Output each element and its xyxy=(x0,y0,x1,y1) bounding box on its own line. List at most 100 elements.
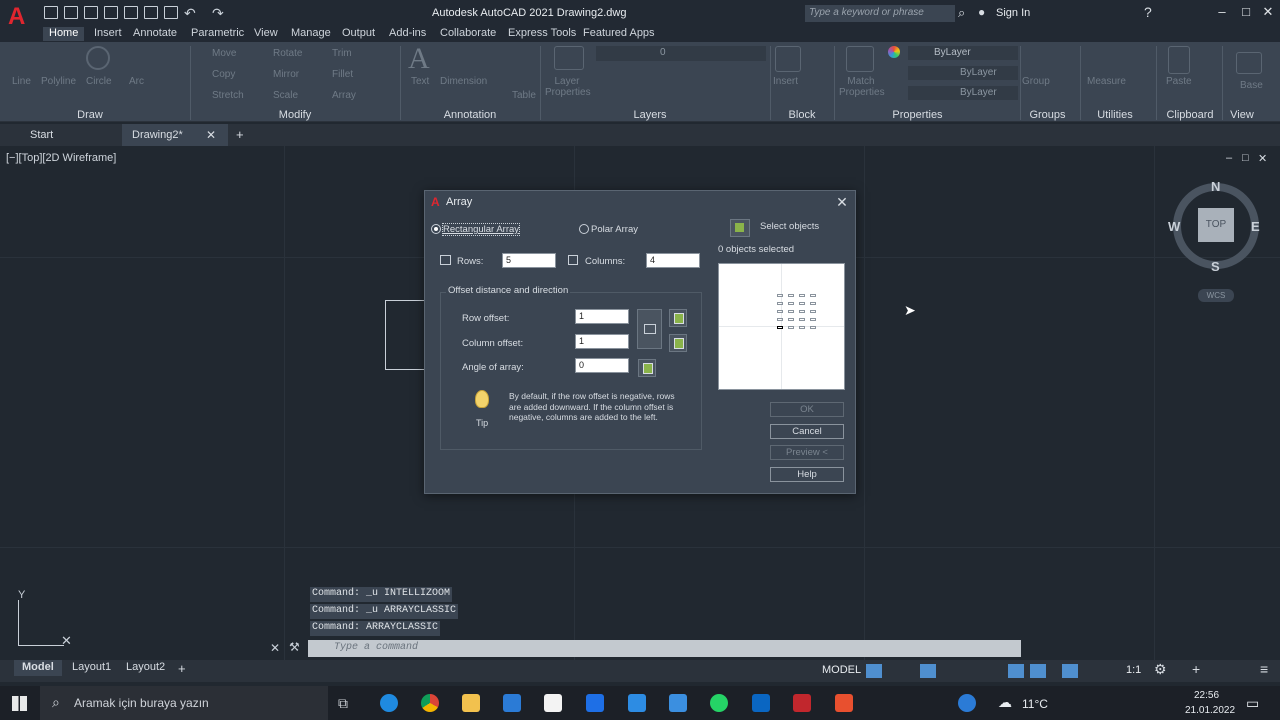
annotation-scale[interactable]: 1:1 xyxy=(1126,664,1141,676)
selection-cycling-icon[interactable] xyxy=(1030,664,1046,678)
stretch-tool[interactable]: Stretch xyxy=(212,90,244,101)
tab-home[interactable]: Home xyxy=(43,27,85,41)
move-tool[interactable]: Move xyxy=(212,48,236,59)
save-icon[interactable] xyxy=(84,6,98,19)
color-dropdown[interactable]: ByLayer xyxy=(908,46,1018,60)
layer-dropdown[interactable]: 0 xyxy=(596,46,766,61)
properties-panel-title[interactable]: Properties xyxy=(880,109,955,122)
layout-tab-model[interactable]: Model xyxy=(14,660,62,676)
gear-icon[interactable]: ⚙ xyxy=(1154,661,1167,678)
sign-in-link[interactable]: Sign In xyxy=(996,7,1030,19)
clock-date[interactable]: 21.01.2022 xyxy=(1185,705,1235,716)
group-tool[interactable]: Group xyxy=(1022,76,1050,87)
model-space-button[interactable]: MODEL xyxy=(822,664,861,676)
grid-toggle-icon[interactable] xyxy=(866,664,882,678)
tab-manage[interactable]: Manage xyxy=(285,27,337,41)
search-input[interactable]: Type a keyword or phrase xyxy=(805,5,955,22)
preview-button[interactable]: Preview < xyxy=(770,445,844,460)
columns-input[interactable]: 4 xyxy=(646,253,700,268)
tab-insert[interactable]: Insert xyxy=(88,27,128,41)
array-tool[interactable]: Array xyxy=(332,90,356,101)
cancel-button[interactable]: Cancel xyxy=(770,424,844,439)
fillet-tool[interactable]: Fillet xyxy=(332,69,353,80)
column-offset-input[interactable]: 1 xyxy=(575,334,629,349)
base-tool[interactable]: Base xyxy=(1240,80,1263,91)
linkedin-icon[interactable] xyxy=(752,694,770,712)
notifications-icon[interactable]: ▭ xyxy=(1246,695,1259,712)
print-icon[interactable] xyxy=(164,6,178,19)
pick-column-offset-button[interactable] xyxy=(669,334,687,352)
circle-tool[interactable]: Circle xyxy=(86,76,112,87)
clipboard-panel-title[interactable]: Clipboard xyxy=(1160,109,1220,122)
ortho-toggle-icon[interactable] xyxy=(920,664,936,678)
ok-button[interactable]: OK xyxy=(770,402,844,417)
tab-output[interactable]: Output xyxy=(336,27,381,41)
table-tool[interactable]: Table xyxy=(512,90,536,101)
rows-input[interactable]: 5 xyxy=(502,253,556,268)
tab-view[interactable]: View xyxy=(248,27,284,41)
power-automate-icon[interactable] xyxy=(628,694,646,712)
viewport-restore-icon[interactable]: □ xyxy=(1242,152,1249,164)
web-save-icon[interactable] xyxy=(124,6,138,19)
rectangular-array-radio[interactable] xyxy=(431,224,441,234)
scale-tool[interactable]: Scale xyxy=(273,90,298,101)
whatsapp-icon[interactable] xyxy=(710,694,728,712)
dropbox-icon[interactable] xyxy=(586,694,604,712)
recorder-icon[interactable] xyxy=(835,694,853,712)
polar-array-label[interactable]: Polar Array xyxy=(591,224,638,235)
view-panel-title[interactable]: View xyxy=(1222,109,1262,122)
groups-panel-title[interactable]: Groups xyxy=(1020,109,1075,122)
layer-properties-tool[interactable]: Layer Properties xyxy=(545,76,591,98)
add-layout-icon[interactable]: + xyxy=(178,661,186,676)
tab-parametric[interactable]: Parametric xyxy=(185,27,250,41)
help-icon[interactable]: ? xyxy=(1144,4,1152,20)
line-tool[interactable]: Line xyxy=(12,76,31,87)
rectangle-object[interactable] xyxy=(385,300,427,370)
tab-start[interactable]: Start xyxy=(20,124,63,146)
polyline-tool[interactable]: Polyline xyxy=(41,76,76,87)
pick-angle-button[interactable] xyxy=(638,359,656,377)
select-objects-label[interactable]: Select objects xyxy=(760,221,819,232)
measure-tool[interactable]: Measure xyxy=(1087,76,1126,87)
tab-annotate[interactable]: Annotate xyxy=(127,27,183,41)
tab-collaborate[interactable]: Collaborate xyxy=(434,27,502,41)
close-command-icon[interactable]: ✕ xyxy=(270,641,280,655)
pick-both-offsets-button[interactable] xyxy=(637,309,662,349)
isodraft-toggle-icon[interactable] xyxy=(1008,664,1024,678)
new-file-icon[interactable] xyxy=(44,6,58,19)
match-properties-tool[interactable]: Match Properties xyxy=(839,76,885,98)
windows-start-icon[interactable] xyxy=(12,696,27,711)
layout-tab-layout2[interactable]: Layout2 xyxy=(118,660,173,676)
redo-icon[interactable]: ↷ xyxy=(212,5,224,22)
compass-west[interactable]: W xyxy=(1168,219,1180,234)
arc-tool[interactable]: Arc xyxy=(129,76,144,87)
viewport-controls[interactable]: [−][Top][2D Wireframe] xyxy=(6,152,116,164)
modify-panel-title[interactable]: Modify xyxy=(265,109,325,122)
web-open-icon[interactable] xyxy=(144,6,158,19)
pick-row-offset-button[interactable] xyxy=(669,309,687,327)
new-tab-icon[interactable]: + xyxy=(236,127,244,142)
command-input[interactable]: Type a command xyxy=(308,640,1021,657)
trim-tool[interactable]: Trim xyxy=(332,48,352,59)
select-objects-button[interactable] xyxy=(730,219,750,237)
help-tray-icon[interactable] xyxy=(958,694,976,712)
autocad-taskbar-icon[interactable] xyxy=(793,694,811,712)
save-as-icon[interactable] xyxy=(104,6,118,19)
edge-icon[interactable] xyxy=(380,694,398,712)
weather-temperature[interactable]: 11°C xyxy=(1022,697,1048,711)
tab-featured-apps[interactable]: Featured Apps xyxy=(577,27,661,41)
dialog-close-icon[interactable]: ✕ xyxy=(835,194,849,210)
store-icon[interactable] xyxy=(503,694,521,712)
open-folder-icon[interactable] xyxy=(64,6,78,19)
linetype-dropdown[interactable]: ByLayer xyxy=(908,66,1018,80)
close-tab-icon[interactable]: ✕ xyxy=(206,128,216,142)
amazon-icon[interactable] xyxy=(544,694,562,712)
viewcube-top-face[interactable]: TOP xyxy=(1198,208,1234,242)
annotation-visibility-icon[interactable] xyxy=(1062,664,1078,678)
chrome-icon[interactable] xyxy=(421,694,439,712)
paste-tool[interactable]: Paste xyxy=(1166,76,1192,87)
tab-add-ins[interactable]: Add-ins xyxy=(383,27,432,41)
dimension-tool[interactable]: Dimension xyxy=(440,76,487,87)
search-icon[interactable]: ⌕ xyxy=(958,5,965,21)
rectangular-array-label[interactable]: Rectangular Array xyxy=(441,223,521,236)
